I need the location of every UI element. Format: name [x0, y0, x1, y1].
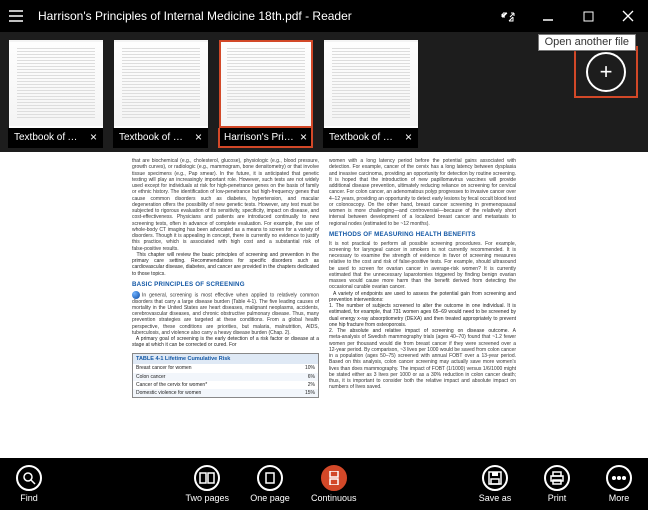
continuous-button[interactable]: Continuous [311, 465, 357, 503]
save-as-button[interactable]: Save as [474, 465, 516, 503]
menu-button[interactable] [0, 0, 32, 32]
tab-label: Harrison's Princi... [224, 132, 294, 143]
list-item: The number of subjects screened to alter… [329, 303, 516, 328]
close-icon[interactable]: × [300, 130, 307, 144]
tab-label: Textbook of Crit... [329, 132, 399, 143]
minimize-button[interactable] [528, 0, 568, 32]
tab-thumbnail[interactable]: Textbook of Crit... × [323, 40, 418, 148]
search-icon [16, 465, 42, 491]
two-pages-icon [194, 465, 220, 491]
one-page-icon [257, 465, 283, 491]
two-pages-button[interactable]: Two pages [185, 465, 229, 503]
document-viewport[interactable]: that are biochemical (e.g., cholesterol,… [0, 152, 648, 458]
continuous-icon [321, 465, 347, 491]
section-heading: METHODS OF MEASURING HEALTH BENEFITS [329, 231, 516, 239]
tab-label: Textbook of Crit... [119, 132, 189, 143]
globe-icon [132, 291, 140, 299]
table-title: TABLE 4-1 Lifetime Cumulative Risk [133, 354, 318, 365]
close-icon[interactable]: × [195, 130, 202, 144]
tab-thumbnail[interactable]: Textbook of Crit... × [113, 40, 208, 148]
print-icon [544, 465, 570, 491]
more-button[interactable]: More [598, 465, 640, 503]
close-button[interactable] [608, 0, 648, 32]
open-file-highlight: + [574, 46, 638, 98]
close-icon[interactable]: × [90, 130, 97, 144]
bottom-toolbar: Find Two pages One page Continuous [0, 458, 648, 510]
table-lifetime-risk: TABLE 4-1 Lifetime Cumulative Risk Breas… [132, 353, 319, 399]
tooltip-open-file: Open another file [538, 34, 636, 51]
open-file-button[interactable]: + [586, 52, 626, 92]
more-icon [606, 465, 632, 491]
tab-label: Textbook of Ana... [14, 132, 84, 143]
close-icon[interactable]: × [405, 130, 412, 144]
find-button[interactable]: Find [8, 465, 50, 503]
tab-thumbnail-active[interactable]: Harrison's Princi... × [218, 40, 313, 148]
list-item: The absolute and relative impact of scre… [337, 328, 509, 334]
print-button[interactable]: Print [536, 465, 578, 503]
document-page: that are biochemical (e.g., cholesterol,… [124, 152, 524, 458]
window-title: Harrison's Principles of Internal Medici… [32, 9, 488, 23]
titlebar: Harrison's Principles of Internal Medici… [0, 0, 648, 32]
window-controls [488, 0, 648, 32]
expand-button[interactable] [488, 0, 528, 32]
section-heading: BASIC PRINCIPLES OF SCREENING [132, 281, 319, 289]
one-page-button[interactable]: One page [249, 465, 291, 503]
maximize-button[interactable] [568, 0, 608, 32]
save-icon [482, 465, 508, 491]
tab-thumbnail[interactable]: Textbook of Ana... × [8, 40, 103, 148]
